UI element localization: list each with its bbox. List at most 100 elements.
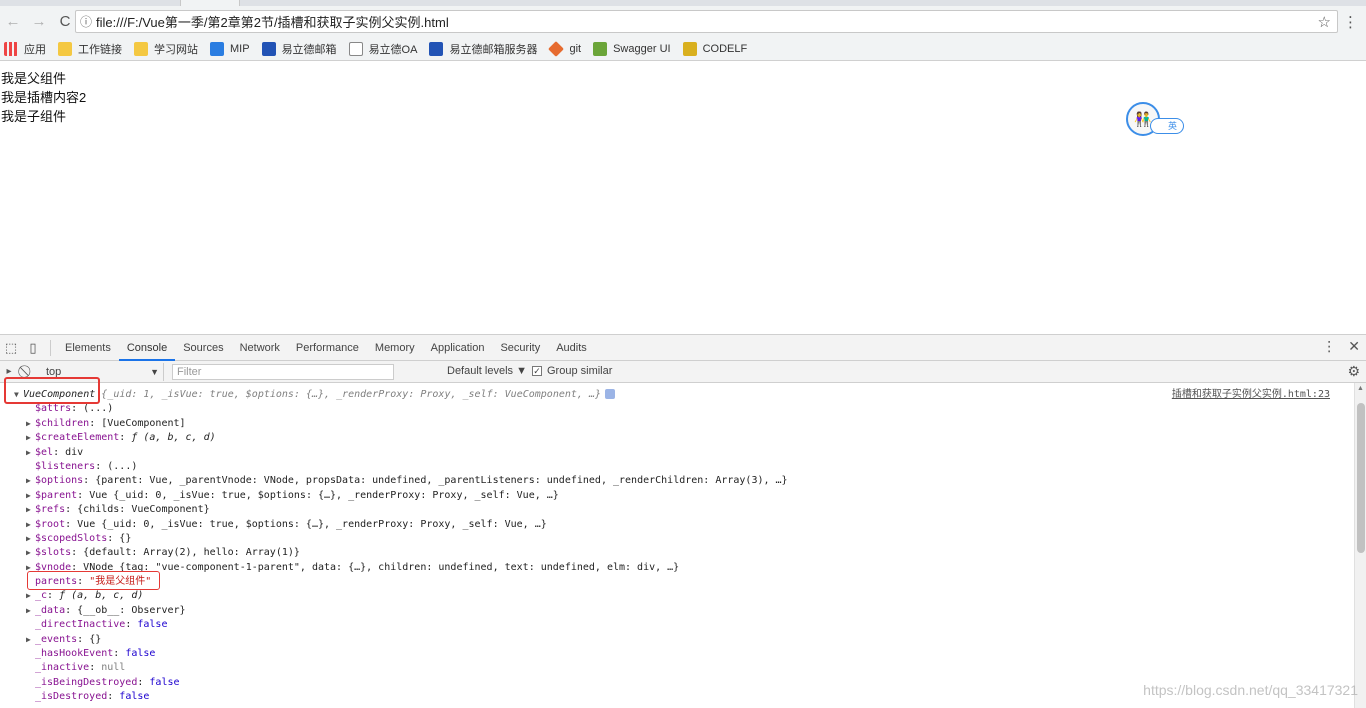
group-similar-toggle[interactable]: ✓ Group similar [532, 365, 612, 377]
expand-triangle-icon[interactable]: ▶ [26, 503, 35, 517]
device-toolbar-icon[interactable]: ▯ [22, 337, 44, 359]
expand-triangle-icon[interactable]: ▶ [26, 546, 35, 560]
property-row[interactable]: ▶ $vnode: VNode {tag: "vue-component-1-pa… [0, 561, 1354, 575]
expand-triangle-icon[interactable]: ▶ [26, 474, 35, 488]
property-row[interactable]: ▶ $refs: {childs: VueComponent} [0, 503, 1354, 517]
bookmark-item[interactable]: 易立德邮箱服务器 [429, 41, 537, 57]
watermark: https://blog.csdn.net/qq_33417321 [1143, 682, 1358, 698]
property-row[interactable]: _directInactive: false [0, 618, 1354, 632]
property-row[interactable]: parents: "我是父组件" [0, 575, 1354, 589]
filter-input[interactable]: Filter [172, 363, 394, 380]
property-row[interactable]: _hasHookEvent: false [0, 647, 1354, 661]
colon: : [119, 432, 132, 444]
language-pill[interactable]: 英 [1150, 118, 1184, 134]
colon: : [107, 532, 120, 544]
bookmark-star-icon[interactable]: ☆ [1318, 13, 1331, 31]
tab-network[interactable]: Network [232, 335, 288, 361]
address-bar[interactable]: ⓘ file:///F:/Vue第一季/第2章第2节/插槽和获取子实例父实例.h… [75, 10, 1338, 33]
apps-icon [4, 41, 18, 56]
colon: : [107, 691, 120, 703]
tab-console[interactable]: Console [118, 335, 176, 361]
property-key: _directInactive [35, 619, 126, 631]
tab-performance[interactable]: Performance [288, 335, 367, 361]
bookmark-item[interactable]: MIP [210, 41, 250, 56]
property-value: {} [119, 532, 132, 544]
property-key: _data [35, 604, 66, 616]
tab-application[interactable]: Application [423, 335, 493, 361]
bookmark-label: 易立德邮箱服务器 [449, 43, 538, 56]
tab-elements[interactable]: Elements [57, 335, 119, 361]
property-key: _isDestroyed [35, 691, 108, 703]
info-icon[interactable]: ⓘ [76, 13, 96, 30]
property-row[interactable]: ▶ $createElement: ƒ (a, b, c, d) [0, 431, 1354, 445]
checkbox-checked-icon[interactable]: ✓ [532, 366, 542, 376]
property-value[interactable]: (...) [107, 461, 137, 472]
console-scrollbar[interactable]: ▲ [1354, 383, 1366, 708]
property-row[interactable]: ▶ $parent: Vue {_uid: 0, _isVue: true, $o… [0, 489, 1354, 503]
bookmark-item[interactable]: 易立德OA [348, 41, 417, 57]
property-row[interactable]: ▶ _c: ƒ (a, b, c, d) [0, 589, 1354, 603]
u-icon [261, 41, 276, 56]
property-row[interactable]: ▶ $options: {parent: Vue, _parentVnode: V… [0, 474, 1354, 488]
property-value: ƒ (a, b, c, d) [59, 590, 144, 602]
translate-widget[interactable]: 👫 英 [1126, 102, 1186, 138]
info-icon[interactable] [604, 389, 615, 399]
property-value: VNode {tag: "vue-component-1-parent", da… [83, 561, 680, 573]
source-link[interactable]: 插槽和获取子实例父实例.html:23 [1172, 388, 1330, 402]
console-filter-bar: ▸ ⃠ top ▼ Filter Default levels ▼ ✓ Grou… [0, 361, 1366, 383]
tab-sources[interactable]: Sources [175, 335, 231, 361]
property-row[interactable]: $attrs: (...) [0, 402, 1354, 416]
forward-arrow-icon[interactable]: → [26, 9, 52, 35]
expand-triangle-icon[interactable]: ▶ [26, 417, 35, 431]
bookmark-label: 易立德邮箱 [281, 43, 337, 56]
expand-triangle-icon[interactable]: ▶ [26, 633, 35, 647]
bookmark-item[interactable]: 应用 [4, 41, 46, 57]
property-row[interactable]: ▶ $root: Vue {_uid: 0, _isVue: true, $opt… [0, 518, 1354, 532]
property-value[interactable]: (...) [83, 403, 113, 414]
property-row[interactable]: ▶ _events: {} [0, 633, 1354, 647]
colon: : [89, 417, 102, 429]
tab-audits[interactable]: Audits [548, 335, 595, 361]
browser-menu-icon[interactable]: ⋮ [1343, 13, 1358, 31]
scrollbar-thumb[interactable] [1357, 403, 1365, 553]
close-icon[interactable]: ✕ [1348, 338, 1360, 355]
bookmark-item[interactable]: git [548, 40, 581, 57]
address-url[interactable]: file:///F:/Vue第一季/第2章第2节/插槽和获取子实例父实例.htm… [96, 12, 449, 31]
gitlab-icon [548, 40, 565, 57]
expand-triangle-icon[interactable]: ▶ [26, 532, 35, 546]
expand-triangle-icon[interactable]: ▶ [26, 446, 35, 460]
tab-memory[interactable]: Memory [367, 335, 423, 361]
property-value: {__ob__: Observer} [77, 604, 186, 616]
inspect-element-icon[interactable]: ⬚ [0, 337, 22, 359]
expand-triangle-icon[interactable]: ▶ [26, 518, 35, 532]
console-entry[interactable]: ▼ VueComponent {_uid: 1, _isVue: true, $o… [0, 388, 1354, 402]
scroll-up-icon[interactable]: ▲ [1357, 385, 1364, 392]
colon: : [77, 633, 90, 645]
colon: : [77, 489, 90, 501]
bookmark-item[interactable]: 易立德邮箱 [261, 41, 337, 57]
property-row[interactable]: $listeners: (...) [0, 460, 1354, 474]
property-key: $children [35, 417, 90, 429]
property-value: null [101, 662, 126, 674]
property-row[interactable]: ▶ _data: {__ob__: Observer} [0, 604, 1354, 618]
expand-triangle-icon[interactable]: ▶ [26, 604, 35, 618]
property-row[interactable]: _inactive: null [0, 661, 1354, 675]
expand-triangle-icon[interactable]: ▶ [26, 489, 35, 503]
gear-icon[interactable]: ⚙ [1347, 363, 1360, 380]
property-row[interactable]: ▶ $scopedSlots: {} [0, 532, 1354, 546]
bookmark-item[interactable]: 工作链接 [58, 41, 122, 57]
bookmark-item[interactable]: Swagger UI [593, 41, 671, 56]
bookmark-item[interactable]: CODELF [682, 41, 747, 56]
expand-triangle-icon[interactable]: ▶ [26, 431, 35, 445]
property-key: $slots [35, 547, 72, 559]
property-row[interactable]: ▶ $children: [VueComponent] [0, 417, 1354, 431]
log-levels-dropdown[interactable]: Default levels ▼ [447, 365, 527, 377]
devtools-more-icon[interactable]: ⋮ [1322, 338, 1336, 355]
property-row[interactable]: ▶ $el: div [0, 446, 1354, 460]
console-output: ▼ VueComponent {_uid: 1, _isVue: true, $o… [0, 383, 1354, 708]
expand-triangle-icon[interactable]: ▶ [26, 589, 35, 603]
property-row[interactable]: ▶ $slots: {default: Array(2), hello: Arra… [0, 546, 1354, 560]
bookmark-item[interactable]: 学习网站 [134, 41, 198, 57]
tab-security[interactable]: Security [492, 335, 548, 361]
back-arrow-icon[interactable]: ← [0, 9, 26, 35]
